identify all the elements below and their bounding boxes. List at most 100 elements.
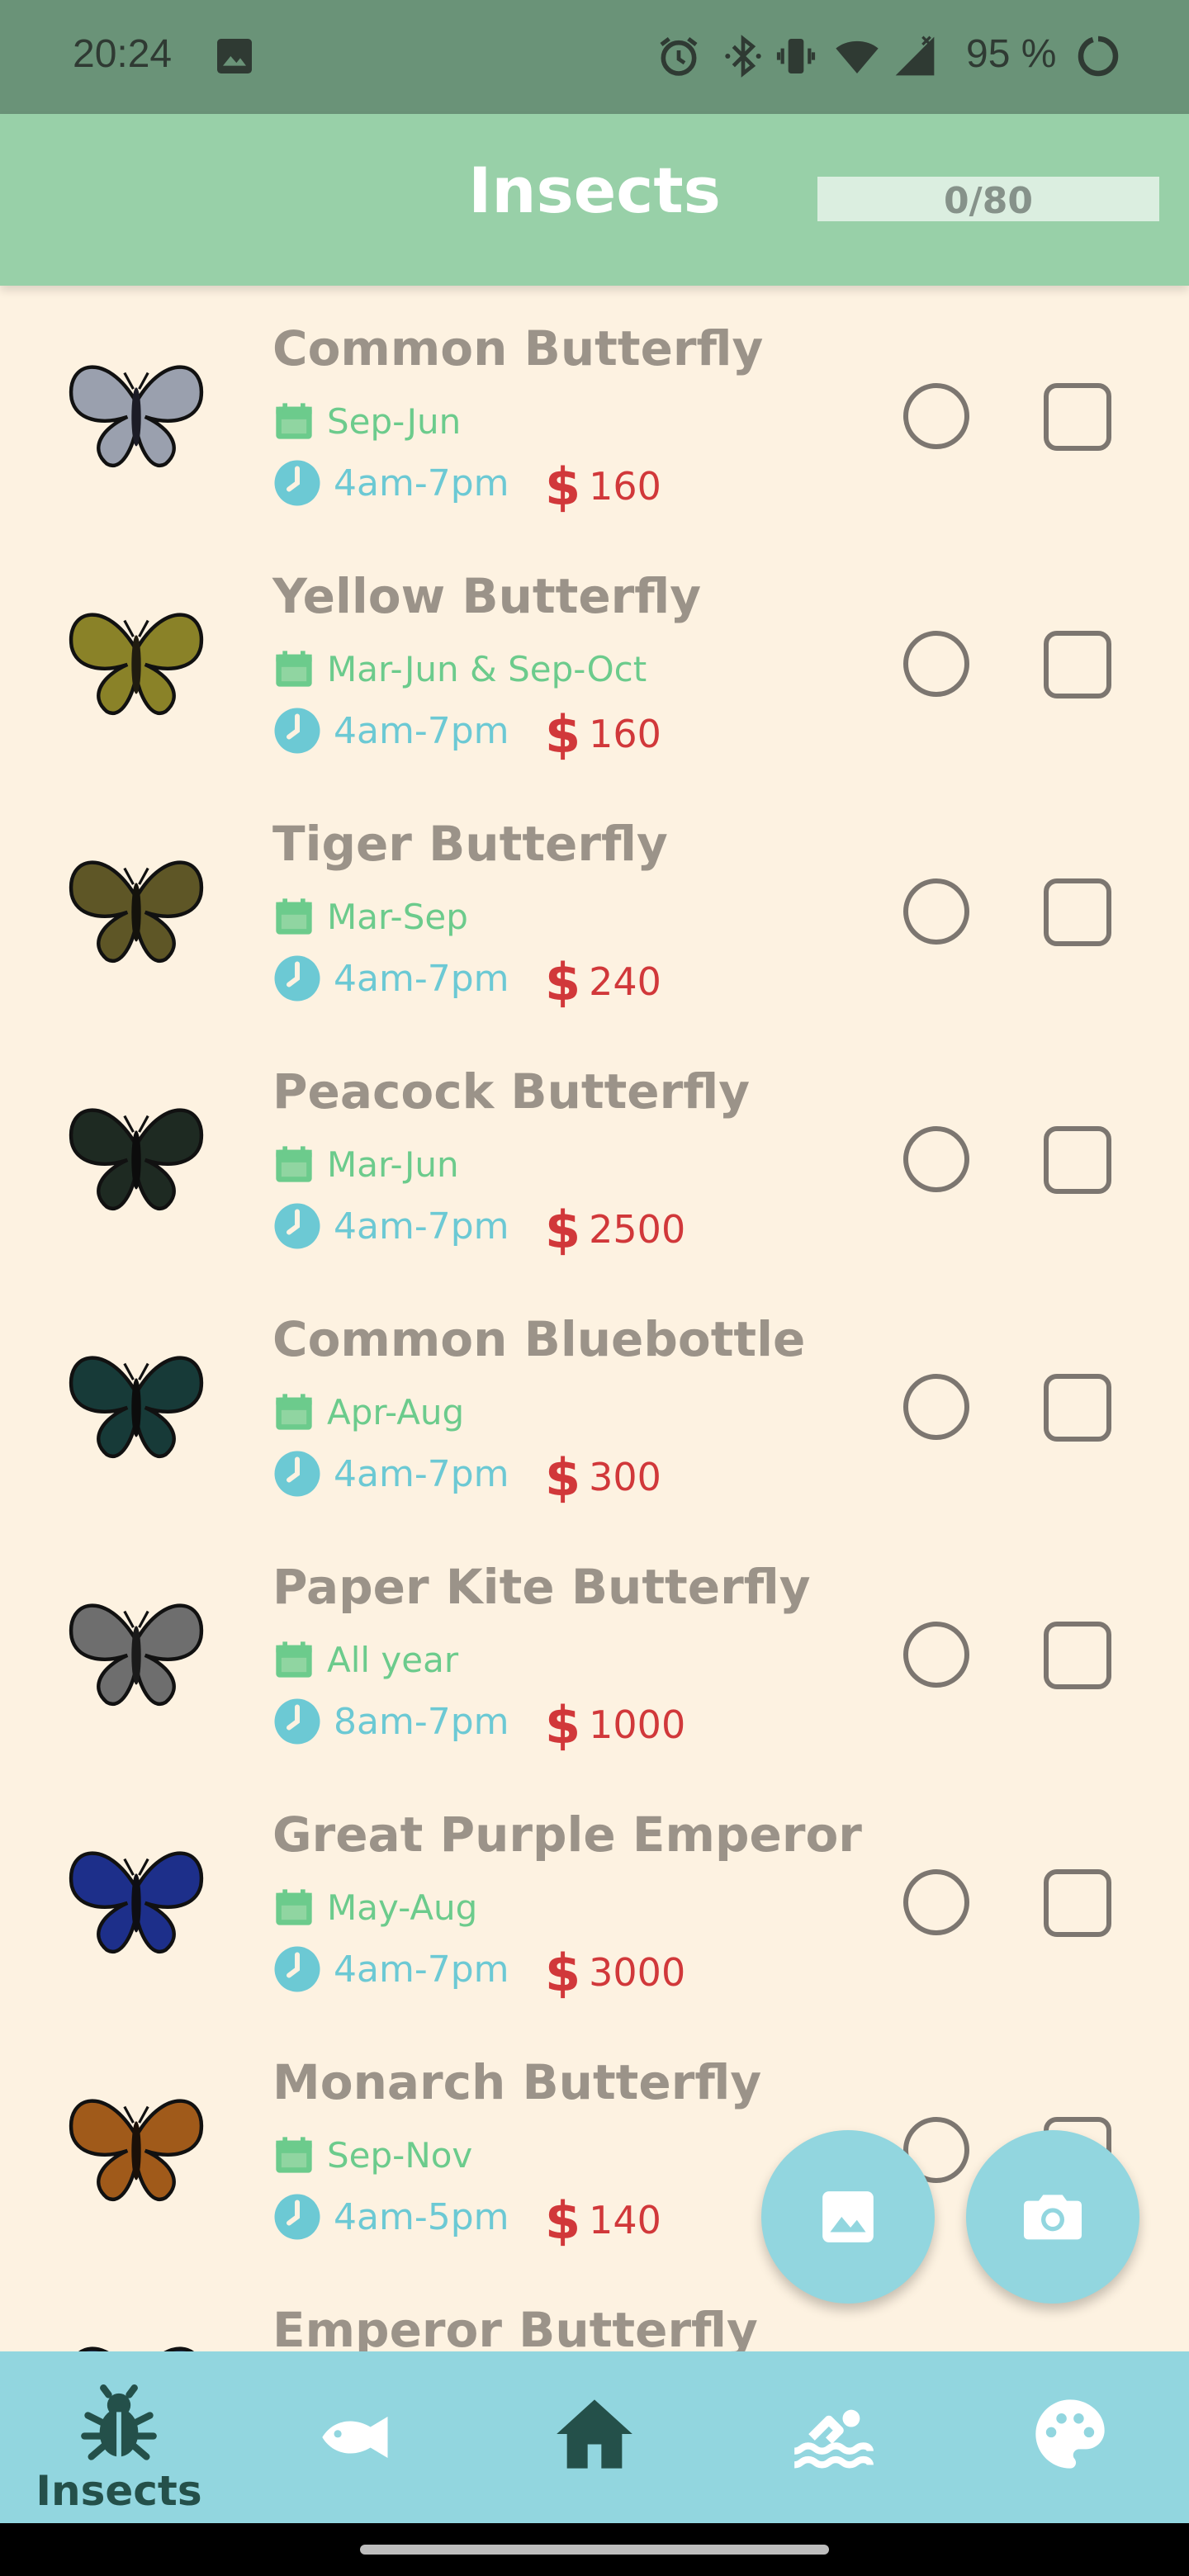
list-item[interactable]: Tiger Butterfly Mar-Sep 4am-7pm $240	[0, 781, 1189, 1029]
list-item[interactable]: Paper Kite Butterfly All year 8am-7pm $1000	[0, 1524, 1189, 1772]
camera-button[interactable]	[966, 2130, 1139, 2304]
list-item[interactable]: Common Bluebottle Apr-Aug 4am-7pm $300	[0, 1276, 1189, 1524]
calendar-icon	[276, 1394, 312, 1430]
months-text: Mar-Jun	[327, 1144, 459, 1185]
calendar-icon	[276, 1146, 312, 1182]
calendar-icon	[276, 403, 312, 439]
dollar-icon: $	[545, 1942, 581, 2003]
clock-icon	[274, 955, 320, 1002]
battery-percent: 95 %	[966, 32, 1057, 76]
donated-checkbox[interactable]	[1044, 878, 1111, 946]
nav-tab-insects[interactable]: Insects	[0, 2351, 238, 2523]
availability-hours: 8am-7pm	[272, 1694, 509, 1749]
sell-price: $3000	[545, 1942, 686, 2003]
vibrate-icon	[776, 39, 816, 73]
dollar-icon: $	[545, 1694, 581, 1755]
months-text: Mar-Sep	[327, 896, 468, 937]
insect-name: Peacock Butterfly	[272, 1063, 751, 1120]
price-text: 240	[589, 959, 661, 1004]
caught-toggle[interactable]	[903, 1374, 969, 1440]
availability-months: Mar-Jun	[272, 1141, 459, 1187]
hours-text: 4am-7pm	[334, 957, 509, 1000]
nav-tab-home[interactable]	[476, 2351, 713, 2523]
availability-hours: 4am-7pm	[272, 1447, 509, 1501]
list-item[interactable]: Common Butterfly Sep-Jun 4am-7pm $160	[0, 286, 1189, 533]
insect-name: Yellow Butterfly	[272, 568, 702, 624]
months-text: Mar-Jun & Sep-Oct	[327, 648, 647, 689]
list-item[interactable]: Yellow Butterfly Mar-Jun & Sep-Oct 4am-7pm…	[0, 533, 1189, 781]
donated-checkbox[interactable]	[1044, 1374, 1111, 1442]
price-text: 3000	[589, 1950, 686, 1995]
availability-months: Sep-Nov	[272, 2132, 472, 2178]
image-icon	[217, 39, 252, 73]
butterfly-image	[69, 860, 204, 964]
availability-months: All year	[272, 1636, 458, 1683]
list-item[interactable]: Peacock Butterfly Mar-Jun 4am-7pm $2500	[0, 1029, 1189, 1276]
alarm-icon	[660, 36, 698, 76]
cell-signal-icon	[895, 36, 935, 76]
price-text: 140	[589, 2198, 661, 2242]
caught-toggle[interactable]	[903, 878, 969, 945]
sell-price: $160	[545, 457, 661, 517]
clock-icon	[274, 708, 320, 754]
donated-checkbox[interactable]	[1044, 1869, 1111, 1937]
butterfly-image	[69, 1108, 204, 1211]
clock-icon	[274, 1946, 320, 1992]
home-icon	[557, 2399, 632, 2469]
hours-text: 4am-5pm	[334, 2195, 509, 2238]
dollar-icon: $	[545, 2190, 581, 2251]
months-text: All year	[327, 1639, 459, 1680]
camera-icon	[1024, 2195, 1082, 2240]
insect-name: Emperor Butterfly	[272, 2302, 758, 2351]
availability-hours: 4am-5pm	[272, 2190, 509, 2244]
availability-hours: 4am-7pm	[272, 456, 509, 510]
months-text: Sep-Jun	[327, 400, 462, 442]
image-icon	[822, 2191, 874, 2242]
caught-toggle[interactable]	[903, 1622, 969, 1688]
battery-icon	[1078, 36, 1119, 77]
swimmer-icon	[793, 2409, 874, 2469]
app-header: Insects 0/80	[0, 114, 1189, 286]
sell-price: $1000	[545, 1694, 685, 1755]
fish-icon	[322, 2417, 388, 2458]
status-bar: 20:24 95 %	[0, 0, 1189, 114]
donated-checkbox[interactable]	[1044, 1622, 1111, 1689]
availability-hours: 4am-7pm	[272, 1942, 509, 1996]
insect-name: Great Purple Emperor	[272, 1807, 862, 1863]
calendar-icon	[276, 2137, 312, 2173]
sell-price: $300	[545, 1447, 661, 1508]
caught-toggle[interactable]	[903, 631, 969, 697]
nav-tab-fish[interactable]	[238, 2351, 476, 2523]
months-text: May-Aug	[327, 1887, 478, 1928]
sell-price: $140	[545, 2190, 661, 2251]
caught-toggle[interactable]	[903, 1126, 969, 1192]
months-text: Apr-Aug	[327, 1391, 465, 1432]
hours-text: 4am-7pm	[334, 462, 509, 504]
butterfly-image	[69, 365, 204, 468]
donated-checkbox[interactable]	[1044, 1126, 1111, 1194]
caught-toggle[interactable]	[903, 1869, 969, 1935]
donated-checkbox[interactable]	[1044, 383, 1111, 451]
palette-icon	[1035, 2399, 1105, 2469]
clock-icon	[274, 2194, 320, 2240]
availability-months: Apr-Aug	[272, 1389, 464, 1435]
calendar-icon	[276, 1889, 312, 1925]
caught-toggle[interactable]	[903, 383, 969, 449]
hours-text: 4am-7pm	[334, 1948, 509, 1991]
nav-tab-art[interactable]	[951, 2351, 1189, 2523]
hours-text: 4am-7pm	[334, 1205, 509, 1248]
price-text: 160	[589, 712, 661, 756]
home-gesture-bar[interactable]	[360, 2545, 829, 2555]
bluetooth-icon	[725, 35, 761, 78]
gallery-button[interactable]	[761, 2130, 935, 2304]
calendar-icon	[276, 1641, 312, 1678]
progress-text: 0/80	[944, 180, 1033, 222]
insect-list[interactable]: Common Butterfly Sep-Jun 4am-7pm $160 Yellow…	[0, 286, 1189, 2351]
donated-checkbox[interactable]	[1044, 631, 1111, 698]
insect-name: Tiger Butterfly	[272, 816, 668, 872]
list-item[interactable]: Great Purple Emperor May-Aug 4am-7pm $3000	[0, 1772, 1189, 2020]
price-text: 300	[589, 1455, 661, 1499]
nav-tab-sea-creatures[interactable]	[713, 2351, 951, 2523]
butterfly-image	[69, 1851, 204, 1954]
status-time: 20:24	[73, 32, 173, 76]
